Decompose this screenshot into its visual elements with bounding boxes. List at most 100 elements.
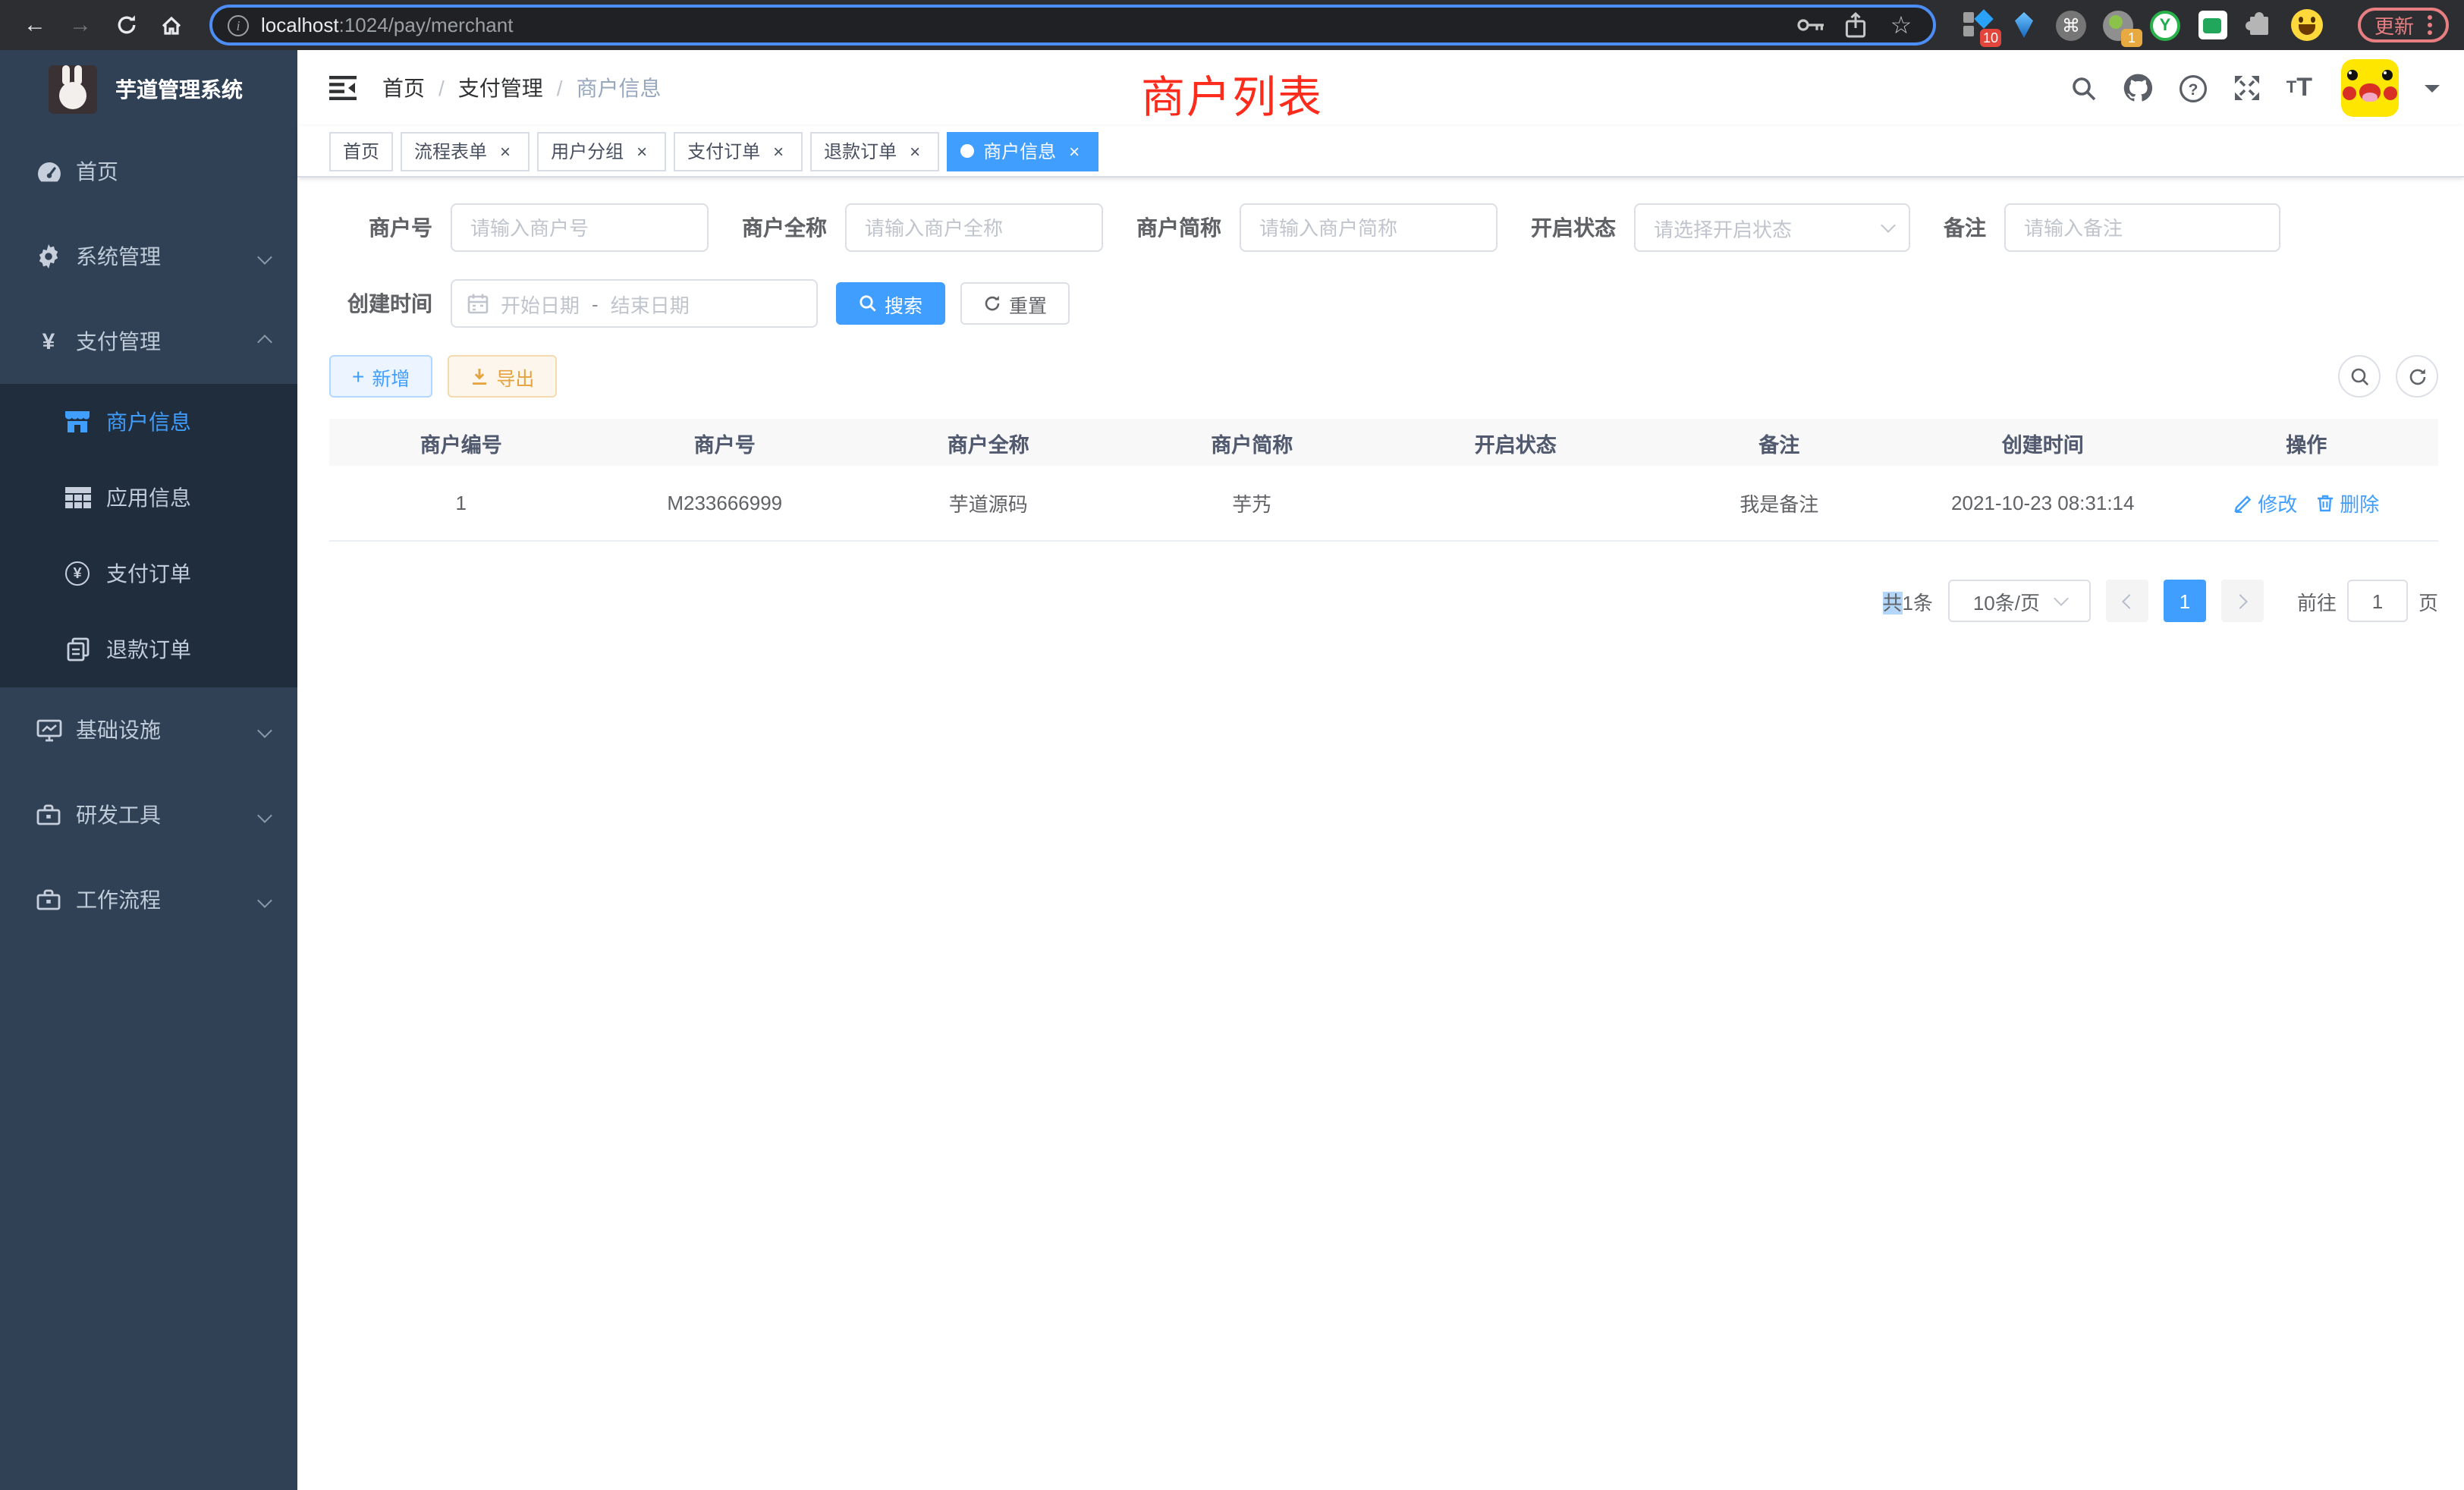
- sidebar-collapse-button[interactable]: [329, 76, 357, 100]
- refresh-table-button[interactable]: [2396, 355, 2438, 398]
- tab-user-group[interactable]: 用户分组×: [537, 131, 666, 171]
- add-button[interactable]: + 新增: [329, 355, 432, 398]
- monitor-icon: [30, 718, 67, 741]
- header-search-icon[interactable]: [2071, 75, 2097, 101]
- chevron-down-icon: [2053, 591, 2068, 606]
- tab-home[interactable]: 首页: [329, 131, 393, 171]
- top-navbar: 首页 / 支付管理 / 商户信息 商户列表 ?: [297, 50, 2464, 126]
- close-icon[interactable]: ×: [495, 140, 516, 162]
- hamburger-fold-icon: [329, 76, 357, 100]
- full-name-input[interactable]: [845, 203, 1103, 252]
- status-select[interactable]: 请选择开启状态: [1634, 203, 1910, 252]
- cell-short-name: 芋艿: [1120, 489, 1384, 517]
- sidebar-item-payment[interactable]: ¥ 支付管理: [0, 299, 297, 384]
- avatar-caret-down-icon[interactable]: [2425, 84, 2440, 99]
- created-time-label: 创建时间: [329, 288, 432, 319]
- chevron-left-icon: [2122, 593, 2137, 608]
- col-created: 创建时间: [1911, 427, 2175, 457]
- remark-label: 备注: [1944, 212, 1986, 243]
- sidebar-item-refund-order[interactable]: 退款订单: [0, 611, 297, 687]
- download-icon: [470, 367, 489, 385]
- col-status: 开启状态: [1384, 427, 1648, 457]
- help-icon[interactable]: ?: [2179, 74, 2208, 102]
- delete-link[interactable]: 删除: [2315, 489, 2379, 517]
- search-button[interactable]: 搜索: [836, 282, 945, 325]
- export-button[interactable]: 导出: [448, 355, 557, 398]
- tab-process-form[interactable]: 流程表单×: [401, 131, 530, 171]
- chevron-right-icon: [2233, 593, 2248, 608]
- extension-chat-icon[interactable]: [2195, 8, 2229, 42]
- bookmark-star-icon[interactable]: ☆: [1884, 10, 1918, 40]
- app-title: 芋道管理系统: [115, 74, 243, 105]
- sidebar-item-workflow[interactable]: 工作流程: [0, 857, 297, 942]
- browser-profile-avatar[interactable]: [2290, 8, 2323, 42]
- created-date-range[interactable]: 开始日期 - 结束日期: [451, 279, 818, 328]
- breadcrumb-home[interactable]: 首页: [382, 73, 425, 103]
- total-count-text: 共1条: [1882, 586, 1933, 615]
- address-bar[interactable]: i localhost:1024/pay/merchant ☆: [209, 5, 1936, 46]
- sidebar-item-pay-order[interactable]: ¥ 支付订单: [0, 536, 297, 611]
- refresh-icon: [983, 294, 1001, 313]
- github-icon[interactable]: [2123, 73, 2153, 103]
- password-key-icon[interactable]: [1793, 17, 1827, 33]
- edit-link[interactable]: 修改: [2233, 489, 2297, 517]
- cell-merchant-no: M233666999: [593, 492, 857, 514]
- reset-button[interactable]: 重置: [960, 282, 1070, 325]
- browser-forward-button[interactable]: →: [61, 5, 100, 45]
- user-avatar[interactable]: [2341, 59, 2399, 117]
- chevron-down-icon: [257, 892, 272, 907]
- page-1-button[interactable]: 1: [2164, 580, 2206, 622]
- chevron-down-icon: [257, 722, 272, 737]
- sidebar-item-app-info[interactable]: 应用信息: [0, 460, 297, 536]
- refresh-icon: [2407, 366, 2427, 386]
- page-size-select[interactable]: 10条/页: [1948, 580, 2091, 622]
- chrome-update-button[interactable]: 更新: [2358, 8, 2449, 42]
- sidebar-item-home[interactable]: 首页: [0, 129, 297, 214]
- extension-y-icon[interactable]: Y: [2148, 8, 2182, 42]
- tab-merchant-info[interactable]: 商户信息×: [947, 131, 1098, 171]
- close-icon[interactable]: ×: [904, 140, 926, 162]
- close-icon[interactable]: ×: [768, 140, 789, 162]
- browser-home-button[interactable]: [152, 5, 191, 45]
- show-search-toggle-button[interactable]: [2338, 355, 2381, 398]
- browser-back-button[interactable]: ←: [15, 5, 55, 45]
- app-logo[interactable]: 芋道管理系统: [0, 50, 297, 129]
- col-merchant-id: 商户编号: [329, 427, 593, 457]
- share-icon[interactable]: [1839, 12, 1872, 38]
- update-label: 更新: [2374, 11, 2414, 39]
- remark-input[interactable]: [2004, 203, 2280, 252]
- extension-badge: 10: [1980, 28, 2001, 46]
- page-info-icon[interactable]: i: [228, 14, 249, 36]
- table-header-row: 商户编号 商户号 商户全称 商户简称 开启状态 备注 创建时间 操作: [329, 419, 2438, 466]
- merchant-no-input[interactable]: [451, 203, 709, 252]
- extensions-area: 10 ⌘ 1 Y: [1960, 8, 2323, 42]
- font-size-icon[interactable]: TT: [2286, 73, 2312, 103]
- breadcrumb-payment[interactable]: 支付管理: [458, 73, 543, 103]
- sidebar-item-system[interactable]: 系统管理: [0, 214, 297, 299]
- tab-refund-order[interactable]: 退款订单×: [810, 131, 939, 171]
- goto-suffix: 页: [2418, 586, 2438, 615]
- tab-pay-order[interactable]: 支付订单×: [674, 131, 803, 171]
- prev-page-button[interactable]: [2106, 580, 2148, 622]
- col-short-name: 商户简称: [1120, 427, 1384, 457]
- next-page-button[interactable]: [2221, 580, 2264, 622]
- short-name-input[interactable]: [1240, 203, 1498, 252]
- browser-reload-button[interactable]: [106, 5, 146, 45]
- extensions-puzzle-icon[interactable]: [2242, 8, 2276, 42]
- extension-kite-icon[interactable]: [2007, 8, 2041, 42]
- svg-text:?: ?: [2188, 80, 2198, 98]
- extension-recorder-icon[interactable]: 1: [2101, 8, 2135, 42]
- sidebar-item-dev-tools[interactable]: 研发工具: [0, 772, 297, 857]
- browser-menu-icon[interactable]: [2428, 15, 2432, 35]
- extension-blocks-icon[interactable]: 10: [1960, 8, 1994, 42]
- extension-command-icon[interactable]: ⌘: [2054, 8, 2088, 42]
- sidebar-item-merchant-info[interactable]: 商户信息: [0, 384, 297, 460]
- col-remark: 备注: [1648, 427, 1912, 457]
- goto-page-input[interactable]: [2347, 580, 2408, 622]
- close-icon[interactable]: ×: [631, 140, 652, 162]
- sidebar-item-infrastructure[interactable]: 基础设施: [0, 687, 297, 772]
- close-icon[interactable]: ×: [1064, 140, 1085, 162]
- status-label: 开启状态: [1531, 212, 1616, 243]
- goto-label: 前往: [2297, 586, 2337, 615]
- fullscreen-icon[interactable]: [2233, 74, 2261, 102]
